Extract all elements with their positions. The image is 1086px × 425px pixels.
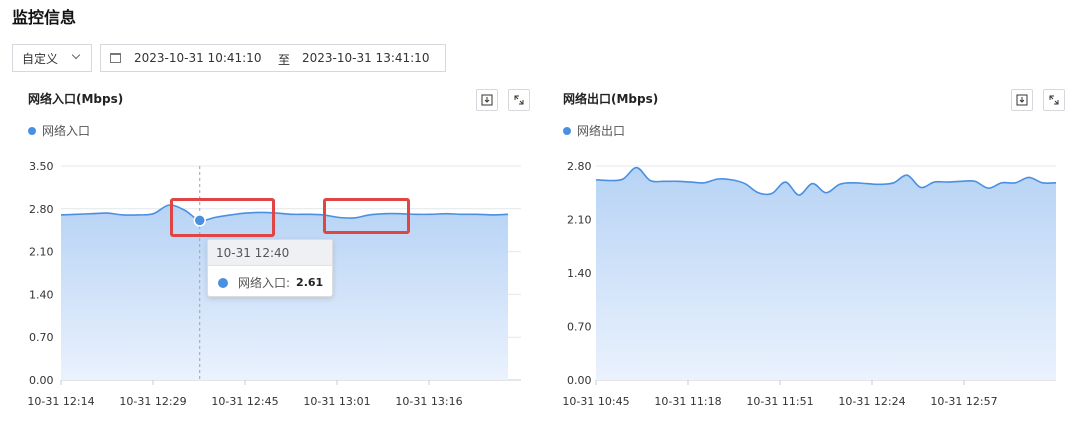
inbound-legend[interactable]: 网络入口	[28, 122, 90, 139]
inbound-legend-label: 网络入口	[42, 124, 91, 138]
tooltip-dot	[218, 277, 228, 288]
inbound-chart-title: 网络入口(Mbps)	[28, 92, 124, 106]
tooltip-row: 网络入口: 2.61	[218, 274, 323, 291]
outbound-chart-title: 网络出口(Mbps)	[563, 92, 659, 106]
download-icon	[1016, 94, 1028, 106]
download-button[interactable]	[476, 89, 498, 111]
time-range-select[interactable]: 自定义	[12, 44, 92, 72]
download-button[interactable]	[1011, 89, 1033, 111]
end-time[interactable]: 2023-10-31 13:41:10	[302, 51, 429, 65]
range-separator: 至	[278, 53, 291, 67]
expand-icon	[1049, 95, 1059, 105]
expand-icon	[514, 95, 524, 105]
outbound-legend[interactable]: 网络出口	[563, 122, 625, 139]
legend-dot	[563, 126, 571, 135]
tooltip-value: 2.61	[296, 276, 324, 289]
tooltip-time: 10-31 12:40	[208, 240, 332, 266]
start-time[interactable]: 2023-10-31 10:41:10	[134, 51, 261, 65]
time-range-select-value: 自定义	[22, 51, 59, 66]
tooltip-series: 网络入口:	[238, 276, 291, 290]
outbound-panel: 网络出口(Mbps) 网络出口	[551, 86, 1071, 425]
chart-tooltip: 10-31 12:40 网络入口: 2.61	[207, 239, 333, 297]
date-range-picker[interactable]: 2023-10-31 10:41:10 至 2023-10-31 13:41:1…	[100, 44, 446, 72]
outbound-legend-label: 网络出口	[577, 124, 626, 138]
legend-dot	[28, 126, 36, 135]
highlight-box	[323, 198, 410, 234]
page-title: 监控信息	[12, 8, 77, 27]
chevron-down-icon	[71, 50, 81, 60]
expand-button[interactable]	[1043, 89, 1065, 111]
calendar-icon	[110, 53, 121, 63]
download-icon	[481, 94, 493, 106]
expand-button[interactable]	[508, 89, 530, 111]
highlight-box	[170, 198, 275, 237]
